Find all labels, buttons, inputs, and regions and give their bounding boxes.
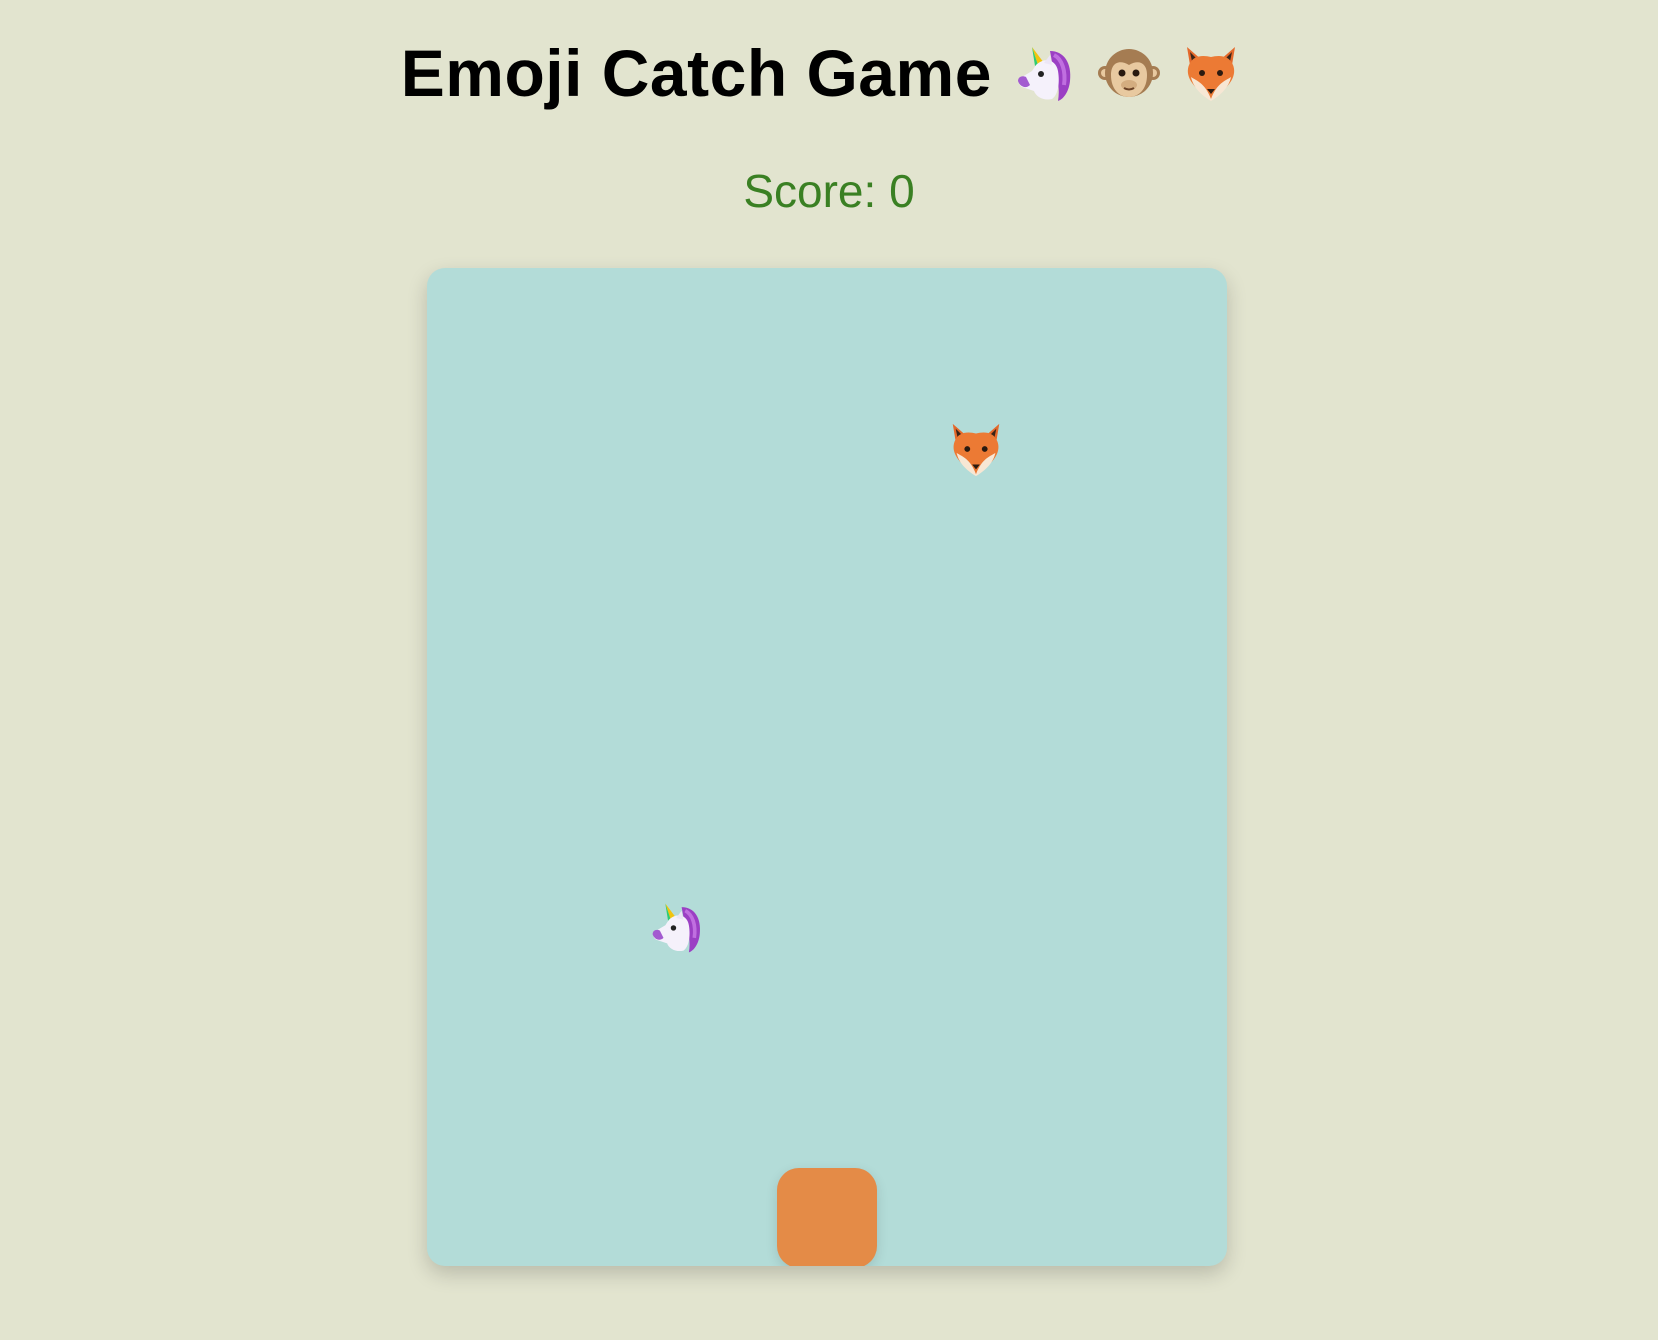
falling-unicorn-icon: [652, 903, 701, 953]
score-display: Score: 0: [743, 165, 915, 217]
page: Emoji Catch Game Score: 0: [0, 0, 1658, 1340]
catcher-paddle[interactable]: [777, 1168, 877, 1266]
title-emojis: [1014, 41, 1257, 105]
falling-fox-icon: [952, 423, 1000, 477]
fox-icon: [1187, 47, 1236, 101]
monkey-icon: [1097, 49, 1160, 97]
game-area[interactable]: [427, 268, 1227, 1266]
unicorn-icon: [1018, 47, 1071, 101]
page-title: Emoji Catch Game: [400, 36, 992, 110]
header: Emoji Catch Game: [0, 30, 1658, 116]
